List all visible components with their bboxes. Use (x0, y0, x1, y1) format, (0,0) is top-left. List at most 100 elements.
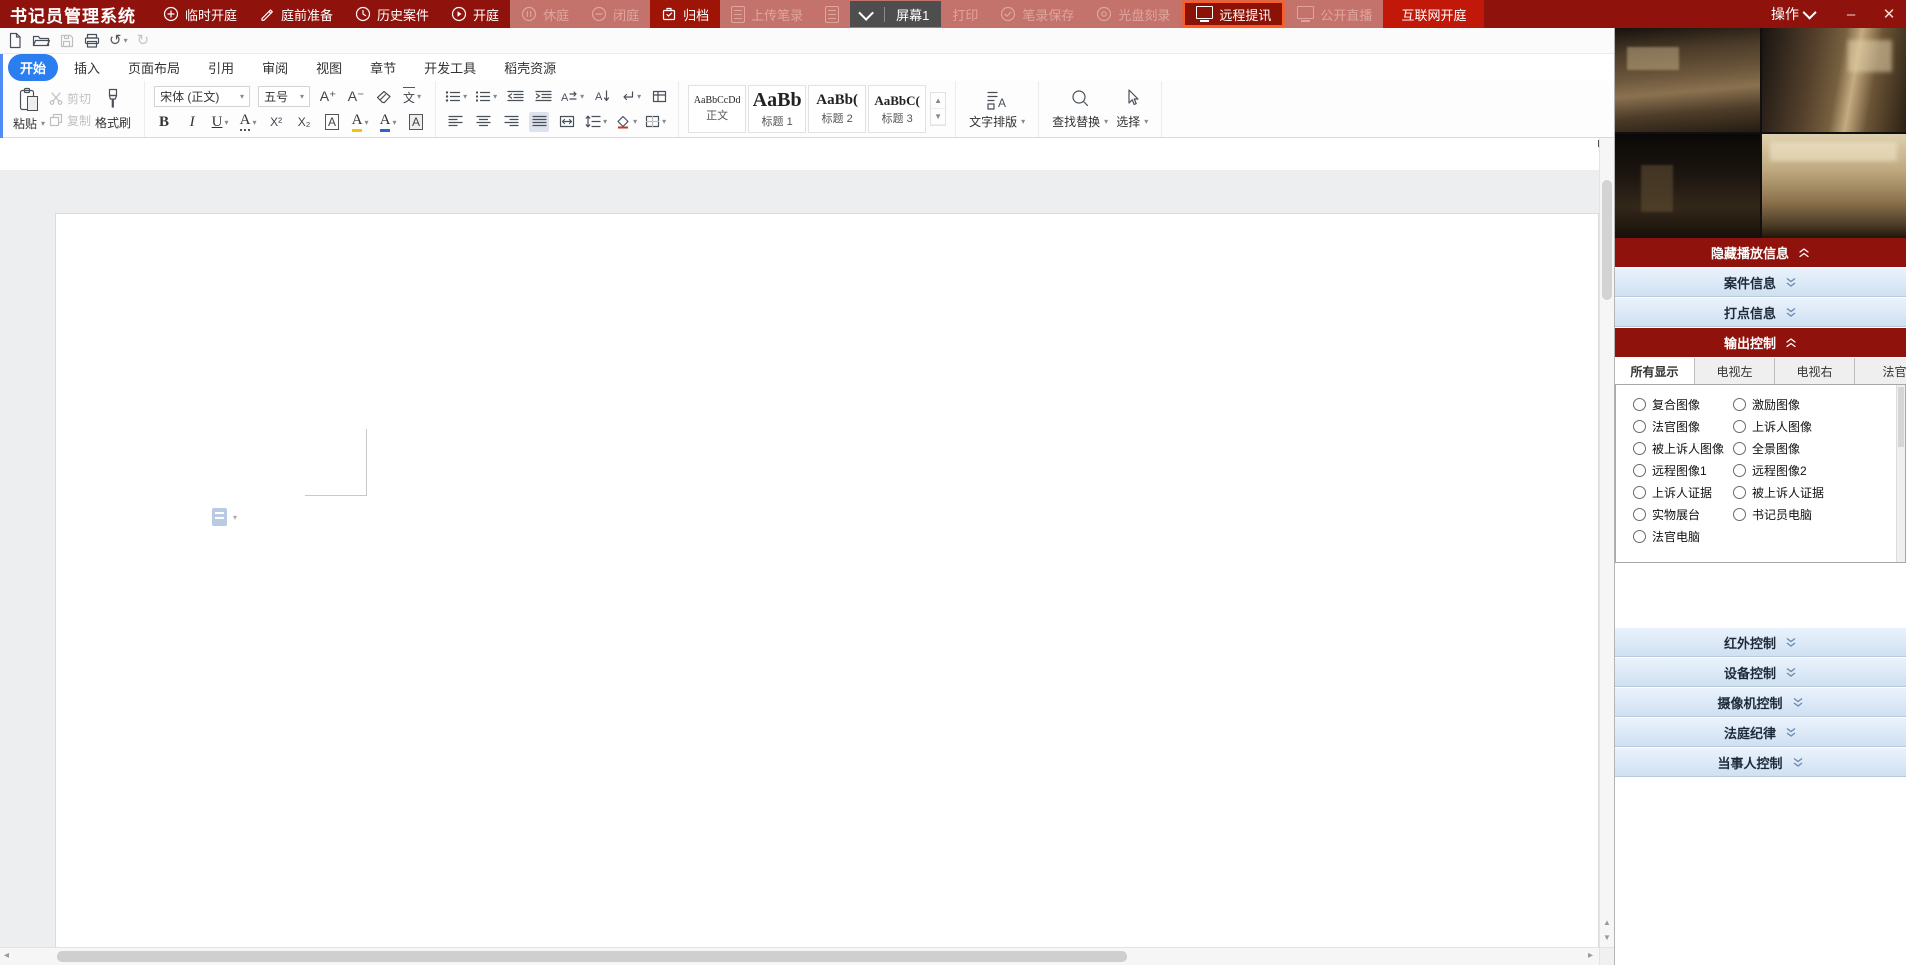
radio-panorama-image[interactable]: 全景图像 (1733, 440, 1863, 457)
subscript-button[interactable]: X₂ (294, 112, 314, 132)
text-typeset-button[interactable]: A 文字排版▾ (965, 86, 1029, 132)
section-infrared-control[interactable]: 红外控制 (1615, 628, 1906, 657)
shading-button[interactable]: ▾ (615, 112, 637, 132)
tab-section[interactable]: 章节 (358, 54, 408, 81)
spin-up-icon[interactable]: ▲ (931, 93, 945, 109)
page-down-icon[interactable]: ▼ (1600, 933, 1614, 942)
menu-remote-arraignment-button[interactable]: 远程提讯 (1183, 1, 1284, 27)
format-painter-button[interactable]: 格式刷 (91, 85, 135, 133)
section-court-discipline[interactable]: 法庭纪律 (1615, 718, 1906, 747)
video-feed-3[interactable] (1615, 134, 1760, 238)
font-color-button[interactable]: A▾ (378, 112, 398, 132)
menu-archive-button[interactable]: 归档 (650, 0, 720, 28)
source-list-scrollbar-thumb[interactable] (1898, 387, 1904, 447)
font-family-select[interactable]: 宋体 (正文) ▾ (154, 86, 250, 107)
radio-composite-image[interactable]: 复合图像 (1633, 396, 1733, 413)
character-border-button[interactable]: A (322, 112, 342, 132)
decrease-indent-button[interactable] (505, 87, 525, 107)
paste-button[interactable]: 粘贴▾ (9, 85, 49, 134)
align-right-button[interactable] (501, 112, 521, 132)
close-button[interactable]: ✕ (1872, 0, 1906, 28)
menu-pretrial-prep-button[interactable]: 庭前准备 (248, 0, 344, 28)
source-list-scrollbar[interactable] (1896, 385, 1905, 562)
radio-judge-image[interactable]: 法官图像 (1633, 418, 1733, 435)
tab-dev-tools[interactable]: 开发工具 (412, 54, 488, 81)
tab-stop-button[interactable] (649, 87, 669, 107)
radio-excitation-image[interactable]: 激励图像 (1733, 396, 1863, 413)
superscript-button[interactable]: X² (266, 112, 286, 132)
radio-object-stand[interactable]: 实物展台 (1633, 506, 1733, 523)
menu-internet-court-button[interactable]: 互联网开庭 (1383, 0, 1484, 28)
tab-tv-left[interactable]: 电视左 (1695, 358, 1775, 384)
highlight-color-button[interactable]: A▾ (350, 112, 370, 132)
scroll-right-icon[interactable]: ▸ (1588, 950, 1593, 961)
line-spacing-button[interactable]: ▾ (585, 112, 607, 132)
bullet-list-button[interactable]: ▾ (445, 87, 467, 107)
section-hide-playback-info[interactable]: 隐藏播放信息 (1615, 238, 1906, 267)
text-direction-button[interactable]: A (592, 87, 612, 107)
style-heading1[interactable]: AaBb 标题 1 (748, 85, 806, 133)
operation-dropdown[interactable]: 操作 (1757, 4, 1830, 24)
increase-font-button[interactable]: A⁺ (318, 87, 338, 107)
tab-review[interactable]: 审阅 (250, 54, 300, 81)
tab-page-layout[interactable]: 页面布局 (116, 54, 192, 81)
emphasis-mark-button[interactable]: A▾ (238, 112, 258, 132)
section-device-control[interactable]: 设备控制 (1615, 658, 1906, 687)
radio-judge-computer[interactable]: 法官电脑 (1633, 528, 1733, 545)
radio-appellee-image[interactable]: 被上诉人图像 (1633, 440, 1733, 457)
paste-options-floatie[interactable]: ▾ (212, 508, 237, 526)
section-mark-info[interactable]: 打点信息 (1615, 298, 1906, 327)
pinyin-guide-button[interactable]: 文▾ (402, 87, 422, 107)
section-party-control[interactable]: 当事人控制 (1615, 748, 1906, 777)
justify-button[interactable] (529, 112, 549, 132)
decrease-font-button[interactable]: A⁻ (346, 87, 366, 107)
style-heading3[interactable]: AaBbC( 标题 3 (868, 85, 926, 133)
tab-references[interactable]: 引用 (196, 54, 246, 81)
spin-down-icon[interactable]: ▼ (931, 109, 945, 125)
styles-gallery-spinner[interactable]: ▲ ▼ (930, 92, 946, 126)
undo-button[interactable]: ↺▾ (109, 33, 128, 48)
video-feed-4[interactable] (1762, 134, 1906, 238)
align-center-button[interactable] (473, 112, 493, 132)
vertical-scrollbar[interactable]: ▲ ▼ (1599, 138, 1614, 947)
menu-temp-session-button[interactable]: 临时开庭 (152, 0, 248, 28)
italic-button[interactable]: I (182, 112, 202, 132)
menu-history-cases-button[interactable]: 历史案件 (344, 0, 440, 28)
radio-appellant-image[interactable]: 上诉人图像 (1733, 418, 1863, 435)
tab-judge[interactable]: 法官 (1855, 358, 1906, 384)
radio-remote-image-1[interactable]: 远程图像1 (1633, 462, 1733, 479)
word-tools-button[interactable]: A▾ (561, 87, 584, 107)
scroll-left-icon[interactable]: ◂ (4, 950, 9, 961)
character-shading-button[interactable]: A (406, 112, 426, 132)
video-feed-1[interactable] (1615, 28, 1760, 132)
tab-docer-resources[interactable]: 稻壳资源 (492, 54, 568, 81)
style-normal[interactable]: AaBbCcDd 正文 (688, 85, 746, 133)
font-size-select[interactable]: 五号 ▾ (258, 86, 310, 107)
line-break-button[interactable]: ▾ (620, 87, 641, 107)
document-canvas[interactable]: ▾ (0, 170, 1599, 947)
minimize-button[interactable]: – (1834, 0, 1868, 28)
underline-button[interactable]: U▾ (210, 112, 230, 132)
open-file-button[interactable] (32, 33, 50, 48)
section-output-control[interactable]: 输出控制 (1615, 328, 1906, 357)
menu-open-court-button[interactable]: 开庭 (440, 0, 510, 28)
screen-selector-dropdown[interactable]: 屏幕1 (850, 1, 941, 27)
section-camera-control[interactable]: 摄像机控制 (1615, 688, 1906, 717)
radio-appellee-evidence[interactable]: 被上诉人证据 (1733, 484, 1863, 501)
tab-tv-right[interactable]: 电视右 (1775, 358, 1855, 384)
document-page[interactable]: ▾ (55, 213, 1599, 947)
tab-all-displays[interactable]: 所有显示 (1615, 358, 1695, 385)
tab-view[interactable]: 视图 (304, 54, 354, 81)
tab-home[interactable]: 开始 (8, 54, 58, 81)
radio-clerk-computer[interactable]: 书记员电脑 (1733, 506, 1863, 523)
horizontal-scrollbar[interactable]: ◂ ▸ (0, 947, 1599, 965)
numbered-list-button[interactable]: ▾ (475, 87, 497, 107)
section-case-info[interactable]: 案件信息 (1615, 268, 1906, 297)
video-feed-2[interactable] (1762, 28, 1906, 132)
vertical-scrollbar-thumb[interactable] (1602, 180, 1612, 300)
horizontal-scrollbar-thumb[interactable] (57, 951, 1127, 962)
radio-remote-image-2[interactable]: 远程图像2 (1733, 462, 1863, 479)
bold-button[interactable]: B (154, 112, 174, 132)
find-replace-button[interactable]: 查找替换▾ (1048, 86, 1112, 132)
borders-button[interactable]: ▾ (645, 112, 666, 132)
